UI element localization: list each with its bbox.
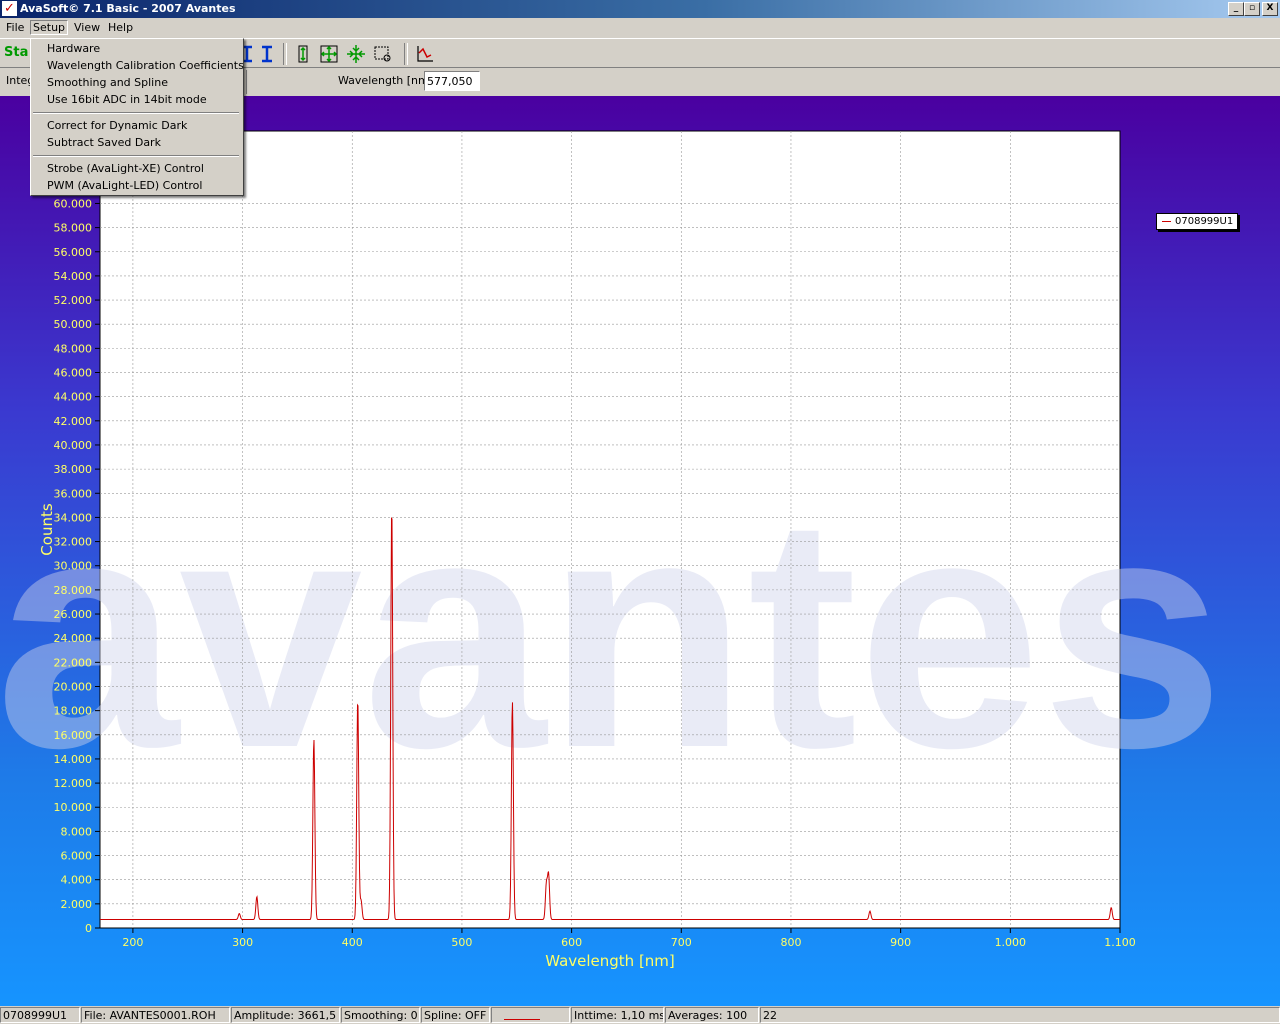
y-tick-label: 18.000 <box>54 705 93 718</box>
start-button[interactable]: Sta <box>4 45 28 60</box>
x-tick-label: 900 <box>890 936 911 949</box>
y-tick-label: 36.000 <box>54 487 93 500</box>
graph-icon[interactable] <box>414 43 436 65</box>
y-tick-label: 58.000 <box>54 222 93 235</box>
y-tick-label: 0 <box>85 922 92 935</box>
status-file: File: AVANTES0001.ROH <box>81 1007 230 1023</box>
menu-file[interactable]: File <box>4 21 26 34</box>
chart-area: avantes 0 2.000 4.000 6.000 8.000 10.000 12.00… <box>0 96 1280 1006</box>
legend-label: 0708999U1 <box>1175 216 1234 227</box>
maximize-button[interactable]: ▫ <box>1244 2 1260 16</box>
menu-item-wavelength-calibration[interactable]: Wavelength Calibration Coefficients <box>47 59 244 72</box>
y-axis-label: Counts <box>38 503 56 556</box>
y-tick-label: 6.000 <box>61 850 93 863</box>
minimize-button[interactable]: _ <box>1228 2 1244 16</box>
y-tick-label: 56.000 <box>54 246 93 259</box>
menu-item-dynamic-dark[interactable]: Correct for Dynamic Dark <box>47 119 187 132</box>
status-line-swatch <box>504 1019 540 1020</box>
y-tick-label: 12.000 <box>54 777 93 790</box>
menu-item-subtract-dark[interactable]: Subtract Saved Dark <box>47 136 161 149</box>
zoom-select-icon[interactable] <box>372 43 394 65</box>
x-axis-ticks: 200 300 400 500 600 700 800 900 1.000 1.100 <box>122 928 1136 949</box>
status-averages: Averages: 100 <box>665 1007 759 1023</box>
status-amplitude: Amplitude: 3661,5 <box>231 1007 340 1023</box>
status-extra: 22 <box>760 1007 1280 1023</box>
y-tick-label: 4.000 <box>61 874 93 887</box>
x-tick-label: 300 <box>232 936 253 949</box>
y-tick-label: 24.000 <box>54 632 93 645</box>
y-tick-label: 22.000 <box>54 656 93 669</box>
x-tick-label: 600 <box>561 936 582 949</box>
zoom-in-icon[interactable] <box>345 43 367 65</box>
autoscale-y-icon[interactable] <box>292 43 314 65</box>
status-inttime: Inttime: 1,10 ms <box>571 1007 664 1023</box>
menu-setup[interactable]: Setup <box>30 20 69 35</box>
y-tick-label: 40.000 <box>54 439 93 452</box>
y-tick-label: 8.000 <box>61 825 93 838</box>
y-tick-label: 60.000 <box>54 197 93 210</box>
y-tick-label: 14.000 <box>54 753 93 766</box>
close-button[interactable]: X <box>1262 2 1278 16</box>
app-icon[interactable]: ✓ <box>2 1 17 16</box>
y-tick-label: 26.000 <box>54 608 93 621</box>
y-tick-label: 34.000 <box>54 511 93 524</box>
menu-separator <box>33 155 239 157</box>
x-tick-label: 1.000 <box>995 936 1027 949</box>
chart-legend[interactable]: 0708999U1 <box>1156 213 1238 230</box>
x-tick-label: 800 <box>780 936 801 949</box>
cursor-i-icon[interactable] <box>256 43 278 65</box>
status-bar: 0708999U1 File: AVANTES0001.ROH Amplitud… <box>0 1006 1280 1024</box>
status-smoothing: Smoothing: 0 <box>341 1007 420 1023</box>
status-series-color <box>491 1007 570 1023</box>
x-tick-label: 400 <box>342 936 363 949</box>
menu-item-hardware[interactable]: Hardware <box>47 42 100 55</box>
spectrum-chart[interactable]: avantes 0 2.000 4.000 6.000 8.000 10.000 12.00… <box>0 96 1280 1006</box>
y-tick-label: 44.000 <box>54 391 93 404</box>
menu-item-pwm[interactable]: PWM (AvaLight-LED) Control <box>47 179 202 192</box>
y-tick-label: 42.000 <box>54 415 93 428</box>
menu-view[interactable]: View <box>72 21 102 34</box>
x-tick-label: 1.100 <box>1104 936 1136 949</box>
window-title: AvaSoft© 7.1 Basic - 2007 Avantes <box>20 2 236 15</box>
y-tick-label: 48.000 <box>54 342 93 355</box>
x-axis-label: Wavelength [nm] <box>545 952 675 970</box>
avantes-watermark: avantes <box>0 447 1225 816</box>
y-tick-label: 10.000 <box>54 801 93 814</box>
y-tick-label: 52.000 <box>54 294 93 307</box>
menu-item-smoothing[interactable]: Smoothing and Spline <box>47 76 168 89</box>
legend-line-swatch <box>1162 221 1171 222</box>
x-tick-label: 200 <box>122 936 143 949</box>
y-tick-label: 38.000 <box>54 463 93 476</box>
y-tick-label: 2.000 <box>61 898 93 911</box>
toolbar-separator-2 <box>404 43 408 65</box>
menu-bar: File Setup View Help <box>0 18 1280 38</box>
y-tick-label: 54.000 <box>54 270 93 283</box>
toolbar-separator <box>283 43 287 65</box>
y-tick-label: 30.000 <box>54 560 93 573</box>
y-tick-label: 20.000 <box>54 680 93 693</box>
status-spectrometer: 0708999U1 <box>0 1007 80 1023</box>
y-tick-label: 50.000 <box>54 318 93 331</box>
x-tick-label: 700 <box>671 936 692 949</box>
parameter-divider <box>246 70 247 94</box>
menu-help[interactable]: Help <box>106 21 135 34</box>
y-tick-label: 46.000 <box>54 367 93 380</box>
x-tick-label: 500 <box>451 936 472 949</box>
y-tick-label: 32.000 <box>54 536 93 549</box>
title-bar: ✓ AvaSoft© 7.1 Basic - 2007 Avantes _ ▫ … <box>0 0 1280 18</box>
wavelength-input[interactable] <box>424 71 480 91</box>
y-tick-label: 28.000 <box>54 584 93 597</box>
menu-item-strobe[interactable]: Strobe (AvaLight-XE) Control <box>47 162 204 175</box>
menu-item-adc-mode[interactable]: Use 16bit ADC in 14bit mode <box>47 93 207 106</box>
zoom-out-icon[interactable] <box>318 43 340 65</box>
status-spline: Spline: OFF <box>421 1007 490 1023</box>
y-tick-label: 16.000 <box>54 729 93 742</box>
menu-separator <box>33 112 239 114</box>
wavelength-label: Wavelength [nm]: <box>338 74 437 87</box>
setup-menu: Hardware Wavelength Calibration Coeffici… <box>30 38 244 196</box>
